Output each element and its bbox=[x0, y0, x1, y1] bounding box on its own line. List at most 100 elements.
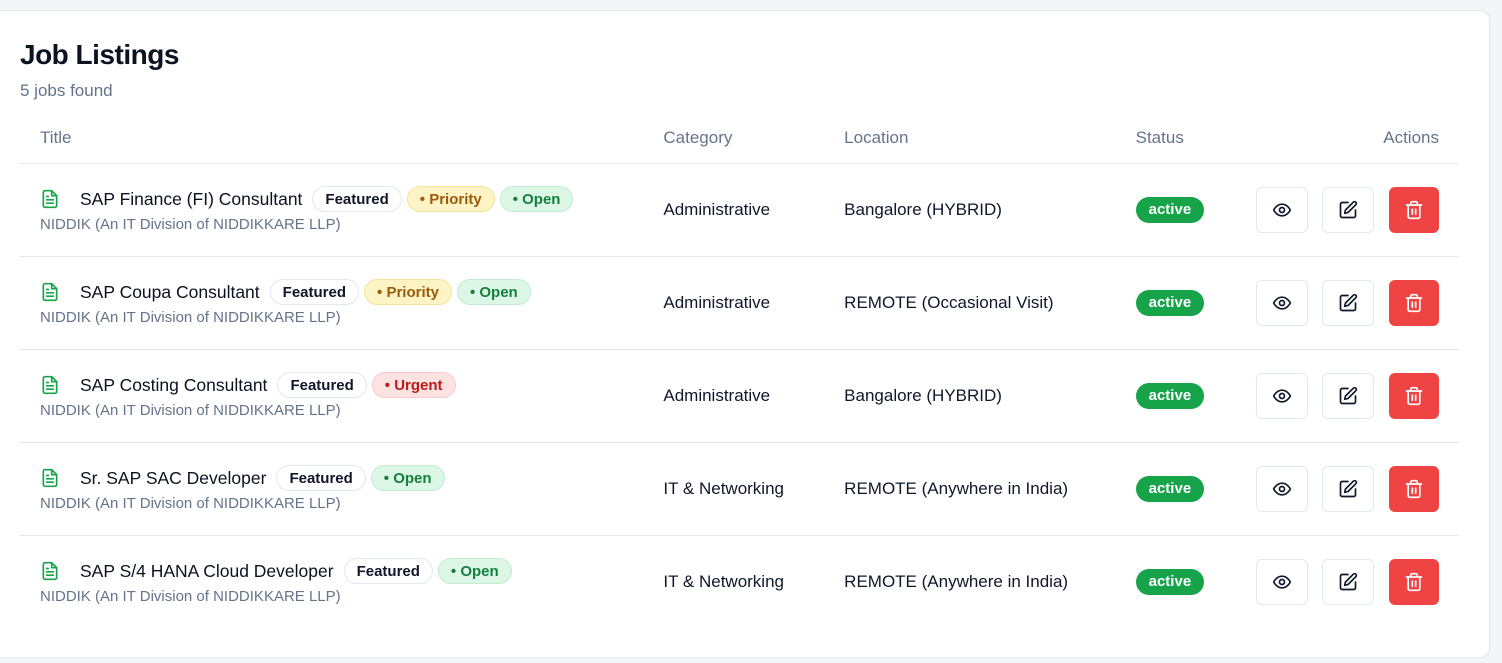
trash-icon bbox=[1404, 572, 1424, 592]
open-badge: • Open bbox=[499, 186, 574, 212]
view-button[interactable] bbox=[1255, 558, 1308, 605]
edit-icon bbox=[1338, 386, 1358, 406]
featured-badge: Featured bbox=[312, 186, 402, 212]
edit-button[interactable] bbox=[1322, 558, 1375, 605]
edit-icon bbox=[1338, 200, 1358, 220]
job-location: REMOTE (Anywhere in India) bbox=[844, 571, 1069, 591]
urgent-badge: • Urgent bbox=[371, 372, 456, 398]
priority-badge: • Priority bbox=[364, 279, 452, 305]
document-icon bbox=[40, 282, 60, 302]
trash-icon bbox=[1404, 479, 1424, 499]
status-badge: active bbox=[1135, 196, 1205, 223]
job-table: Title Category Location Status Actions S… bbox=[20, 113, 1459, 628]
job-title[interactable]: SAP Costing Consultant bbox=[80, 375, 267, 396]
job-title[interactable]: SAP Coupa Consultant bbox=[80, 282, 260, 303]
delete-button[interactable] bbox=[1389, 279, 1439, 326]
eye-icon bbox=[1272, 479, 1292, 499]
edit-button[interactable] bbox=[1322, 465, 1375, 512]
job-title-cell: SAP Coupa Consultant Featured • Priority •… bbox=[20, 256, 664, 350]
job-title-cell: SAP Costing Consultant Featured • Urgent … bbox=[20, 349, 664, 443]
table-row: Sr. SAP SAC Developer Featured • Open NID… bbox=[20, 442, 1459, 536]
trash-icon bbox=[1404, 200, 1424, 220]
job-actions bbox=[1246, 535, 1459, 628]
edit-button[interactable] bbox=[1322, 186, 1375, 233]
job-badges: Featured • Priority • Open bbox=[312, 186, 578, 212]
view-button[interactable] bbox=[1255, 372, 1308, 419]
edit-icon bbox=[1338, 572, 1358, 592]
page-title: Job Listings bbox=[20, 39, 179, 70]
document-icon bbox=[40, 189, 60, 209]
table-row: SAP Coupa Consultant Featured • Priority •… bbox=[20, 256, 1459, 350]
job-title[interactable]: SAP S/4 HANA Cloud Developer bbox=[80, 561, 334, 582]
trash-icon bbox=[1404, 293, 1424, 313]
job-rows: SAP Finance (FI) Consultant Featured • Pr… bbox=[20, 163, 1459, 628]
eye-icon bbox=[1272, 386, 1292, 406]
job-location: REMOTE (Occasional Visit) bbox=[844, 256, 1136, 350]
job-status-cell: active bbox=[1135, 442, 1246, 536]
document-icon bbox=[40, 375, 60, 395]
table-row: SAP S/4 HANA Cloud Developer Featured • O… bbox=[20, 535, 1459, 628]
job-actions bbox=[1245, 256, 1459, 350]
job-location: Bangalore (HYBRID) bbox=[844, 163, 1136, 257]
table-row: SAP Finance (FI) Consultant Featured • Pr… bbox=[20, 163, 1459, 257]
job-badges: Featured • Open bbox=[343, 558, 517, 585]
job-badges: Featured • Priority • Open bbox=[269, 279, 536, 305]
delete-button[interactable] bbox=[1389, 558, 1439, 605]
delete-button[interactable] bbox=[1389, 186, 1439, 233]
delete-button[interactable] bbox=[1389, 372, 1439, 419]
status-badge: active bbox=[1135, 568, 1205, 595]
document-icon bbox=[40, 468, 60, 488]
open-badge: • Open bbox=[456, 279, 531, 305]
job-category: Administrative bbox=[663, 163, 845, 257]
company-name: NIDDIK (An IT Division of NIDDIKKARE LLP… bbox=[40, 216, 341, 233]
table-header-row: Title Category Location Status Actions bbox=[20, 113, 1459, 164]
edit-button[interactable] bbox=[1322, 279, 1375, 326]
job-category: Administrative bbox=[663, 349, 845, 443]
job-title[interactable]: SAP Finance (FI) Consultant bbox=[80, 189, 302, 210]
job-location: Bangalore (HYBRID) bbox=[844, 349, 1136, 443]
job-badges: Featured • Open bbox=[276, 465, 449, 491]
job-actions bbox=[1245, 163, 1459, 257]
table-row: SAP Costing Consultant Featured • Urgent … bbox=[20, 349, 1459, 443]
job-category: IT & Networking bbox=[663, 571, 784, 591]
job-location: REMOTE (Anywhere in India) bbox=[844, 442, 1136, 536]
jobs-count: 5 jobs found bbox=[20, 81, 113, 100]
company-name: NIDDIK (An IT Division of NIDDIKKARE LLP… bbox=[40, 495, 341, 512]
column-header-actions: Actions bbox=[1245, 113, 1459, 164]
featured-badge: Featured bbox=[276, 465, 366, 491]
edit-button[interactable] bbox=[1322, 372, 1375, 419]
column-header-category: Category bbox=[663, 113, 845, 164]
job-status-cell: active bbox=[1135, 535, 1246, 628]
priority-badge: • Priority bbox=[406, 186, 495, 212]
column-header-location: Location bbox=[844, 113, 1136, 164]
job-actions bbox=[1245, 349, 1459, 443]
open-badge: • Open bbox=[437, 558, 512, 585]
view-button[interactable] bbox=[1255, 279, 1308, 326]
edit-icon bbox=[1338, 479, 1358, 499]
view-button[interactable] bbox=[1255, 186, 1308, 233]
view-button[interactable] bbox=[1255, 465, 1308, 512]
job-title-cell: SAP S/4 HANA Cloud Developer Featured • O… bbox=[20, 535, 663, 628]
eye-icon bbox=[1272, 200, 1292, 220]
trash-icon bbox=[1404, 386, 1424, 406]
job-badges: Featured • Urgent bbox=[277, 372, 460, 398]
featured-badge: Featured bbox=[343, 558, 433, 585]
company-name: NIDDIK (An IT Division of NIDDIKKARE LLP… bbox=[40, 588, 341, 606]
featured-badge: Featured bbox=[277, 372, 367, 398]
delete-button[interactable] bbox=[1389, 465, 1439, 512]
status-badge: active bbox=[1135, 289, 1205, 316]
job-listings-card: Job Listings 5 jobs found Title Category… bbox=[0, 10, 1490, 658]
job-title-cell: Sr. SAP SAC Developer Featured • Open NID… bbox=[20, 442, 664, 536]
job-status-cell: active bbox=[1135, 349, 1246, 443]
featured-badge: Featured bbox=[269, 279, 360, 305]
company-name: NIDDIK (An IT Division of NIDDIKKARE LLP… bbox=[40, 309, 341, 326]
open-badge: • Open bbox=[370, 465, 445, 491]
job-category: Administrative bbox=[663, 256, 845, 350]
job-status-cell: active bbox=[1135, 256, 1246, 350]
job-actions bbox=[1245, 442, 1459, 536]
column-header-title: Title bbox=[20, 113, 664, 164]
job-title[interactable]: Sr. SAP SAC Developer bbox=[80, 468, 266, 489]
document-icon bbox=[40, 561, 60, 581]
eye-icon bbox=[1272, 572, 1292, 592]
job-title-cell: SAP Finance (FI) Consultant Featured • Pr… bbox=[20, 163, 664, 257]
